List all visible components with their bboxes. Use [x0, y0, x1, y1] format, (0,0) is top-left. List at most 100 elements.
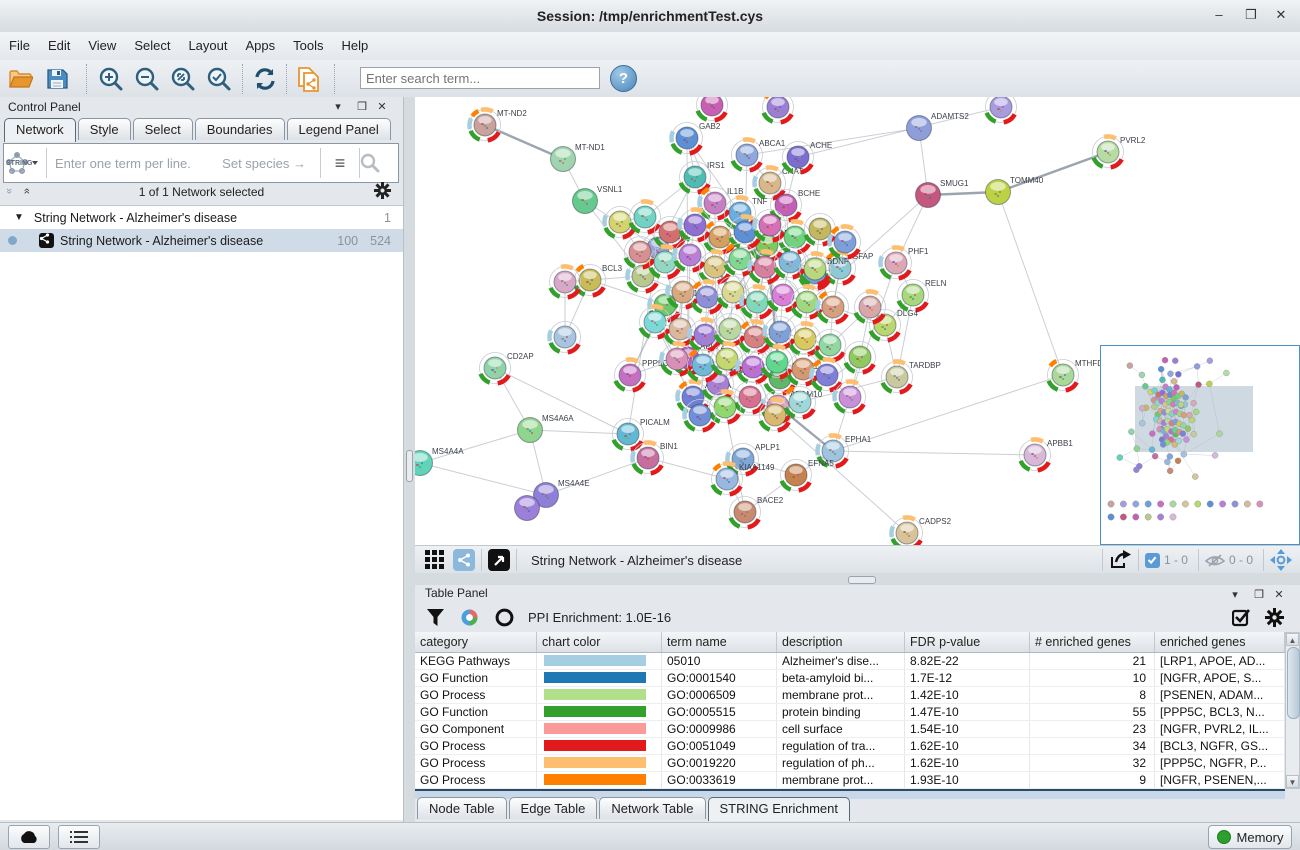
graph-node[interactable]	[697, 97, 728, 121]
chart-donut-icon[interactable]	[460, 608, 479, 627]
zoom-out-icon[interactable]	[134, 66, 160, 92]
graph-node[interactable]	[679, 209, 710, 240]
navigate-arrows-icon[interactable]	[1270, 549, 1292, 571]
hidden-eye-icon[interactable]	[1205, 553, 1225, 568]
zoom-fit-icon[interactable]	[170, 66, 196, 92]
string-query-input[interactable]: Enter one term per line.	[47, 156, 222, 171]
graph-node[interactable]: PVRL2	[1093, 136, 1146, 168]
string-options-icon[interactable]: ≡	[321, 153, 359, 174]
tab-edge-table[interactable]: Edge Table	[509, 797, 598, 819]
graph-node[interactable]	[737, 352, 768, 383]
table-row[interactable]: GO ProcessGO:0006509membrane prot...1.42…	[415, 687, 1285, 704]
tab-network-table[interactable]: Network Table	[599, 797, 705, 819]
graph-node[interactable]	[661, 343, 692, 374]
cloud-status-icon[interactable]	[8, 825, 50, 849]
panel-close-icon[interactable]: ✕	[373, 97, 391, 117]
menu-tools[interactable]: Tools	[284, 32, 332, 59]
string-search-icon[interactable]	[360, 153, 398, 173]
graph-node[interactable]	[718, 277, 749, 308]
graph-node[interactable]: ABCA1	[732, 139, 786, 171]
search-input[interactable]	[360, 67, 600, 89]
table-row[interactable]: GO ProcessGO:0051049regulation of tra...…	[415, 738, 1285, 755]
graph-node[interactable]	[986, 97, 1017, 123]
menu-help[interactable]: Help	[333, 32, 378, 59]
tab-network[interactable]: Network	[4, 118, 76, 142]
graph-node[interactable]	[855, 291, 886, 322]
network-from-file-icon[interactable]	[296, 66, 322, 92]
collapse-arrow-icon[interactable]: ▼	[14, 212, 24, 223]
graph-node[interactable]: PPP5C	[615, 359, 669, 391]
zoom-selected-icon[interactable]	[206, 66, 232, 92]
zoom-in-icon[interactable]	[98, 66, 124, 92]
graph-node[interactable]	[674, 240, 705, 271]
refresh-icon[interactable]	[252, 66, 278, 92]
task-list-icon[interactable]	[58, 825, 100, 849]
select-columns-icon[interactable]	[1232, 608, 1251, 627]
graph-node[interactable]	[754, 210, 785, 241]
table-row[interactable]: KEGG Pathways05010Alzheimer's dise...8.8…	[415, 653, 1285, 670]
save-session-icon[interactable]	[44, 66, 70, 92]
tab-boundaries[interactable]: Boundaries	[195, 118, 285, 140]
graph-node[interactable]: MT-ND2	[469, 109, 527, 141]
table-row[interactable]: GO FunctionGO:0001540beta-amyloid bi...1…	[415, 670, 1285, 687]
graph-node[interactable]	[811, 359, 842, 390]
panel-divider-grip[interactable]	[406, 450, 413, 482]
column-header-3[interactable]: description	[777, 632, 905, 652]
birdseye-toggle-icon[interactable]	[488, 549, 510, 571]
graph-node[interactable]	[684, 400, 715, 431]
birdseye-view[interactable]	[1100, 345, 1300, 545]
graph-node[interactable]: APBB1	[1020, 439, 1074, 471]
menu-select[interactable]: Select	[125, 32, 179, 59]
scroll-down-icon[interactable]: ▼	[1286, 775, 1299, 788]
graph-node[interactable]	[815, 330, 846, 361]
panel-float-icon[interactable]: ▾	[329, 97, 347, 117]
tab-style[interactable]: Style	[78, 118, 131, 140]
column-header-0[interactable]: category	[415, 632, 537, 652]
graph-node[interactable]: GAB2	[671, 122, 720, 154]
graph-node[interactable]: MT-ND1	[551, 143, 606, 172]
graph-node[interactable]: CHAT	[754, 167, 803, 199]
table-row[interactable]: GO ProcessGO:0019220regulation of ph...1…	[415, 755, 1285, 772]
column-header-1[interactable]: chart color	[537, 632, 662, 652]
menu-edit[interactable]: Edit	[39, 32, 79, 59]
graph-node[interactable]	[800, 253, 831, 284]
chart-ring-icon[interactable]	[495, 608, 514, 627]
graph-node[interactable]	[817, 292, 848, 323]
menu-apps[interactable]: Apps	[237, 32, 285, 59]
graph-node[interactable]	[550, 266, 581, 297]
tab-string-enrichment[interactable]: STRING Enrichment	[708, 797, 850, 821]
table-row[interactable]: GO FunctionGO:0005515protein binding1.47…	[415, 704, 1285, 721]
graph-node[interactable]	[625, 237, 656, 268]
grid-view-icon[interactable]	[425, 550, 445, 570]
graph-node[interactable]: MS4A4A	[415, 447, 464, 476]
graph-node[interactable]	[692, 281, 723, 312]
graph-node[interactable]	[710, 391, 741, 422]
help-icon[interactable]: ?	[610, 65, 637, 92]
column-header-2[interactable]: term name	[662, 632, 777, 652]
close-button[interactable]: ✕	[1266, 0, 1296, 32]
tab-legend-panel[interactable]: Legend Panel	[287, 118, 391, 140]
panel-undock-icon[interactable]: ❒	[353, 97, 371, 117]
graph-node[interactable]: TOMM40	[986, 176, 1044, 205]
selected-checkbox-icon[interactable]	[1145, 553, 1160, 568]
network-share-icon[interactable]	[453, 549, 475, 571]
memory-button[interactable]: Memory	[1208, 825, 1292, 849]
filter-funnel-icon[interactable]	[427, 609, 444, 626]
network-options-gear-icon[interactable]	[374, 182, 391, 199]
graph-node[interactable]	[768, 280, 799, 311]
table-row[interactable]: GO ProcessGO:0033619membrane prot...1.93…	[415, 772, 1285, 789]
graph-node[interactable]	[760, 399, 791, 430]
maximize-button[interactable]: ❒	[1236, 0, 1266, 32]
network-row[interactable]: String Network - Alzheimer's disease 100…	[0, 229, 403, 252]
column-header-5[interactable]: # enriched genes	[1030, 632, 1155, 652]
graph-node[interactable]	[549, 322, 580, 353]
graph-node[interactable]	[763, 97, 794, 123]
column-header-6[interactable]: enriched genes	[1155, 632, 1285, 652]
graph-node[interactable]	[834, 381, 865, 412]
graph-node[interactable]: ADAMTS2	[907, 112, 970, 141]
graph-node[interactable]: BCL3	[575, 264, 623, 296]
graph-node[interactable]: BACE2	[730, 496, 784, 528]
graph-node[interactable]: MS4A6A	[518, 414, 575, 443]
graph-node[interactable]: MS4A4E	[534, 479, 590, 508]
graph-node[interactable]	[845, 342, 876, 373]
